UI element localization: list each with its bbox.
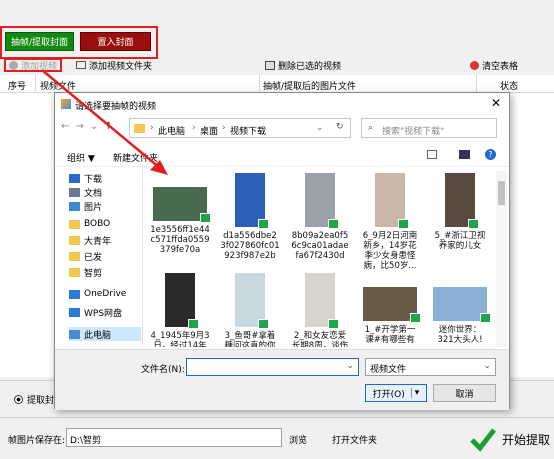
annotation-arrow [41, 69, 168, 175]
